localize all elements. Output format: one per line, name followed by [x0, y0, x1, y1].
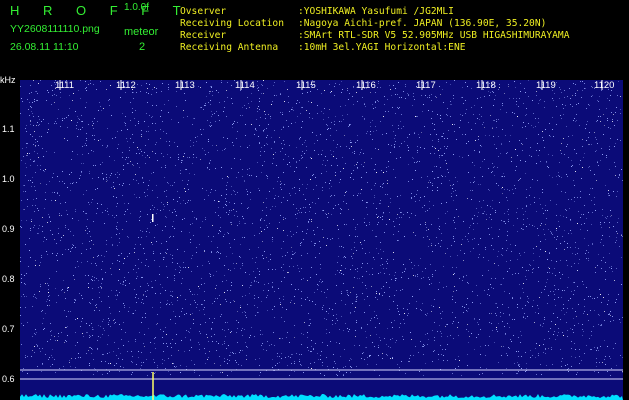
y-tick-label: 1.0: [2, 174, 15, 184]
baseline-strip: [20, 394, 623, 400]
y-tick-label: 0.7: [2, 324, 15, 334]
filename-label: YY2608111110.png: [10, 23, 100, 35]
datetime-label: 26.08.11 11:10: [10, 41, 79, 53]
y-tick-label: 0.8: [2, 274, 15, 284]
meteor-echo: [152, 214, 154, 222]
spectrogram-canvas: [20, 80, 623, 400]
x-tick-label: 1112: [116, 80, 136, 91]
x-tick-label: 1119: [536, 80, 556, 91]
x-tick-label: 1113: [175, 80, 195, 91]
x-tick-label: 1115: [296, 80, 316, 91]
info-key-location: Receiving Location: [180, 18, 284, 29]
meteor-count: 2: [139, 41, 146, 53]
y-axis-unit: kHz: [0, 75, 16, 85]
info-value-observer: :YOSHIKAWA Yasufumi /JG2MLI: [298, 6, 454, 17]
info-key-antenna: Receiving Antenna: [180, 42, 279, 53]
info-value-location: :Nagoya Aichi-pref. JAPAN (136.90E, 35.2…: [298, 18, 547, 29]
y-tick-label: 0.6: [2, 374, 15, 384]
x-tick-label: 1117: [416, 80, 436, 91]
app-title: H R O F F T: [10, 3, 191, 18]
x-tick-label: 1120: [594, 80, 615, 91]
spectrogram-plot: [20, 80, 623, 400]
y-tick-label: 0.9: [2, 224, 15, 234]
x-tick-label: 1118: [476, 80, 496, 91]
info-value-receiver: :SMArt RTL-SDR V5 52.905MHz USB HIGASHIM…: [298, 30, 570, 41]
x-tick-label: 1114: [235, 80, 255, 91]
info-key-receiver: Receiver: [180, 30, 227, 41]
version-label: 1.0.0f: [124, 2, 150, 13]
info-value-antenna: :10mH 3el.YAGI Horizontal:ENE: [298, 42, 466, 53]
info-key-observer: Ovserver: [180, 6, 227, 17]
header-panel: H R O F F T 1.0.0f YY2608111110.png mete…: [0, 0, 629, 74]
y-tick-label: 1.1: [2, 124, 15, 134]
meteor-label: meteor: [124, 26, 159, 38]
x-tick-label: 1111: [55, 80, 75, 91]
x-tick-label: 1116: [356, 80, 376, 91]
